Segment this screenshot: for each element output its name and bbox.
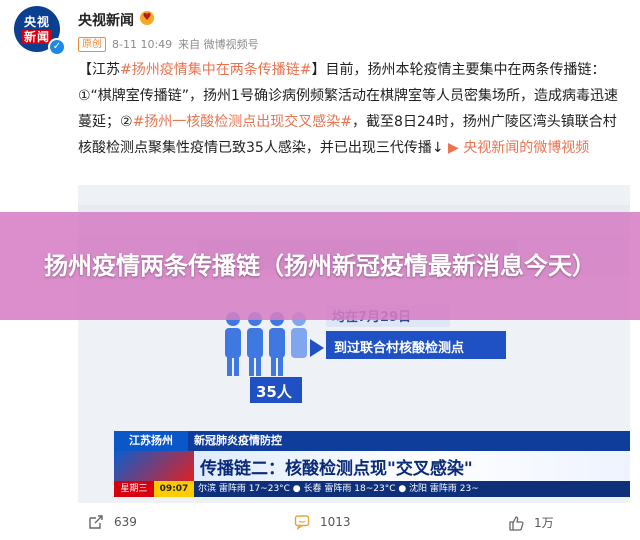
like-count: 1万 [534, 516, 554, 530]
video-link[interactable]: ▶ 央视新闻的微博视频 [448, 140, 589, 156]
tv-topic-bar [114, 431, 630, 451]
comment-button[interactable]: 1013 [294, 514, 351, 530]
overlay-title: 扬州疫情两条传播链（扬州新冠疫情最新消息今天） [44, 252, 596, 280]
share-count: 639 [114, 515, 137, 529]
avatar-text-top: 央视 [23, 14, 50, 29]
post-source[interactable]: 来自 微博视频号 [178, 36, 259, 52]
video-link-label: 央视新闻的微博视频 [463, 140, 590, 156]
comment-count: 1013 [320, 515, 351, 529]
share-button[interactable]: 639 [88, 514, 137, 530]
post-meta: 原创 8-11 10:49 来自 微博视频号 [78, 36, 259, 52]
avatar-text-bottom: 新闻 [21, 29, 52, 44]
original-tag: 原创 [78, 36, 106, 52]
fan-badge-icon: ♥ [140, 11, 154, 25]
post-timestamp[interactable]: 8-11 10:49 [112, 38, 172, 51]
tv-weather-ticker: 尔滨 雷阵雨 17~23°C ● 长春 雷阵雨 18~23°C ● 沈阳 雷阵雨… [198, 484, 479, 494]
like-button[interactable]: 1万 [508, 514, 554, 531]
overlay-banner: 扬州疫情两条传播链（扬州新冠疫情最新消息今天） [0, 212, 640, 320]
post-body: 【江苏#扬州疫情集中在两条传播链#】目前，扬州本轮疫情主要集中在两条传播链：①“… [78, 57, 623, 161]
tv-logo [114, 451, 194, 481]
tv-region: 江苏扬州 [114, 431, 188, 451]
share-icon [89, 515, 103, 529]
bracket-close: 】 [311, 62, 326, 78]
verified-badge-icon: ✓ [48, 38, 66, 56]
username[interactable]: 央视新闻 [78, 10, 134, 30]
weibo-post-card: 央视 新闻 ✓ 央视新闻 ♥ 原创 8-11 10:49 来自 微博视频号 【江… [0, 0, 640, 540]
hashtag-link[interactable]: #扬州疫情集中在两条传播链# [120, 62, 311, 78]
arrow-right-icon [310, 339, 324, 357]
count-label: 35人 [256, 383, 292, 401]
tv-headline: 传播链二：核酸检测点现"交叉感染" [200, 459, 473, 479]
place-label: 到过联合村核酸检测点 [334, 341, 465, 356]
play-icon: ▶ [448, 140, 464, 156]
comment-icon [294, 515, 310, 530]
action-bar: 639 1013 1万 [0, 506, 640, 540]
tv-time: 09:07 [154, 481, 194, 497]
tv-topic: 新冠肺炎疫情防控 [194, 434, 282, 447]
thumbs-up-icon [509, 515, 524, 531]
tv-day: 星期三 [114, 481, 154, 497]
hashtag-link[interactable]: #扬州一核酸检测点出现交叉感染# [133, 114, 352, 130]
bracket-open: 【江苏 [78, 62, 120, 78]
